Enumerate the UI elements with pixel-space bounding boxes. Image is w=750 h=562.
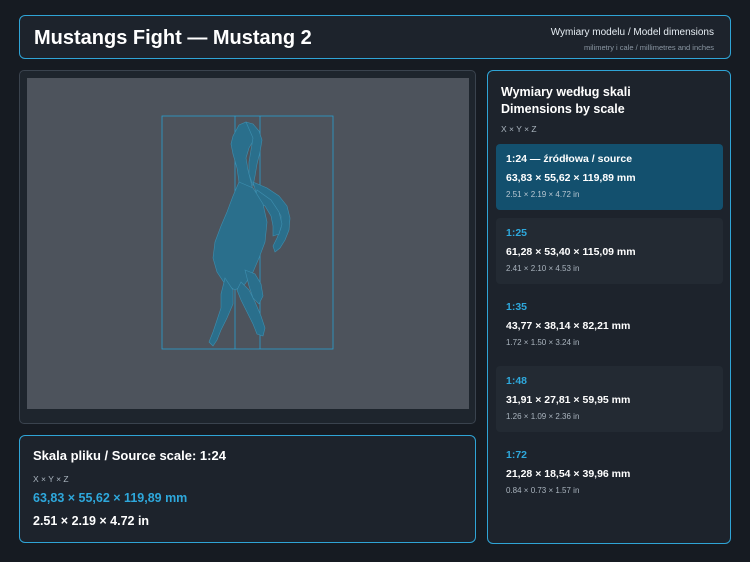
scale-dimensions-mm: 61,28 × 53,40 × 115,09 mm [506, 246, 636, 258]
header-subtitle-line1: Wymiary modelu / Model dimensions [550, 27, 714, 38]
horse-model-icon [208, 121, 291, 347]
scale-label: 1:25 [506, 227, 528, 239]
scale-dimensions-in: 2.41 × 2.10 × 4.53 in [506, 264, 580, 273]
scale-card-1-35[interactable]: 1:35 43,77 × 38,14 × 82,21 mm 1.72 × 1.5… [496, 292, 723, 358]
model-viewport[interactable] [19, 70, 476, 424]
scale-card-1-25[interactable]: 1:25 61,28 × 53,40 × 115,09 mm 2.41 × 2.… [496, 218, 723, 284]
scale-label: 1:48 [506, 375, 528, 387]
scale-card-1-72[interactable]: 1:72 21,28 × 18,54 × 39,96 mm 0.84 × 0.7… [496, 440, 723, 506]
model-render [161, 115, 334, 350]
header-panel: Mustangs Fight — Mustang 2 Wymiary model… [19, 15, 731, 59]
scale-dimensions-mm: 31,91 × 27,81 × 59,95 mm [506, 394, 631, 406]
source-axes-label: X × Y × Z [33, 474, 69, 484]
scale-label: 1:35 [506, 301, 528, 313]
scales-title: Wymiary według skali Dimensions by scale [501, 84, 631, 118]
scale-dimensions-mm: 21,28 × 18,54 × 39,96 mm [506, 468, 631, 480]
source-scale-title: Skala pliku / Source scale: 1:24 [33, 448, 226, 463]
scales-title-line2: Dimensions by scale [501, 102, 625, 116]
scales-title-line1: Wymiary według skali [501, 85, 631, 99]
scale-dimensions-in: 0.84 × 0.73 × 1.57 in [506, 486, 580, 495]
header-subtitle-line2: milimetry i cale / millimetres and inche… [583, 43, 714, 52]
source-dimensions-in: 2.51 × 2.19 × 4.72 in [33, 514, 150, 528]
scale-label: 1:72 [506, 449, 528, 461]
scale-dimensions-in: 2.51 × 2.19 × 4.72 in [506, 190, 580, 199]
scales-panel: Wymiary według skali Dimensions by scale… [487, 70, 731, 544]
model-canvas[interactable] [27, 78, 469, 409]
source-scale-panel: Skala pliku / Source scale: 1:24 X × Y ×… [19, 435, 476, 543]
scale-card-1-24[interactable]: 1:24 — źródłowa / source 63,83 × 55,62 ×… [496, 144, 723, 210]
header-subtitle: Wymiary modelu / Model dimensions milime… [551, 27, 714, 52]
page-title: Mustangs Fight — Mustang 2 [34, 27, 312, 49]
scale-card-1-48[interactable]: 1:48 31,91 × 27,81 × 59,95 mm 1.26 × 1.0… [496, 366, 723, 432]
source-dimensions-mm: 63,83 × 55,62 × 119,89 mm [33, 491, 188, 505]
scale-dimensions-mm: 63,83 × 55,62 × 119,89 mm [506, 172, 636, 184]
scale-dimensions-in: 1.72 × 1.50 × 3.24 in [506, 338, 580, 347]
scale-label: 1:24 — źródłowa / source [506, 153, 633, 165]
scale-dimensions-mm: 43,77 × 38,14 × 82,21 mm [506, 320, 631, 332]
scales-axes-label: X × Y × Z [501, 124, 537, 134]
scale-dimensions-in: 1.26 × 1.09 × 2.36 in [506, 412, 580, 421]
